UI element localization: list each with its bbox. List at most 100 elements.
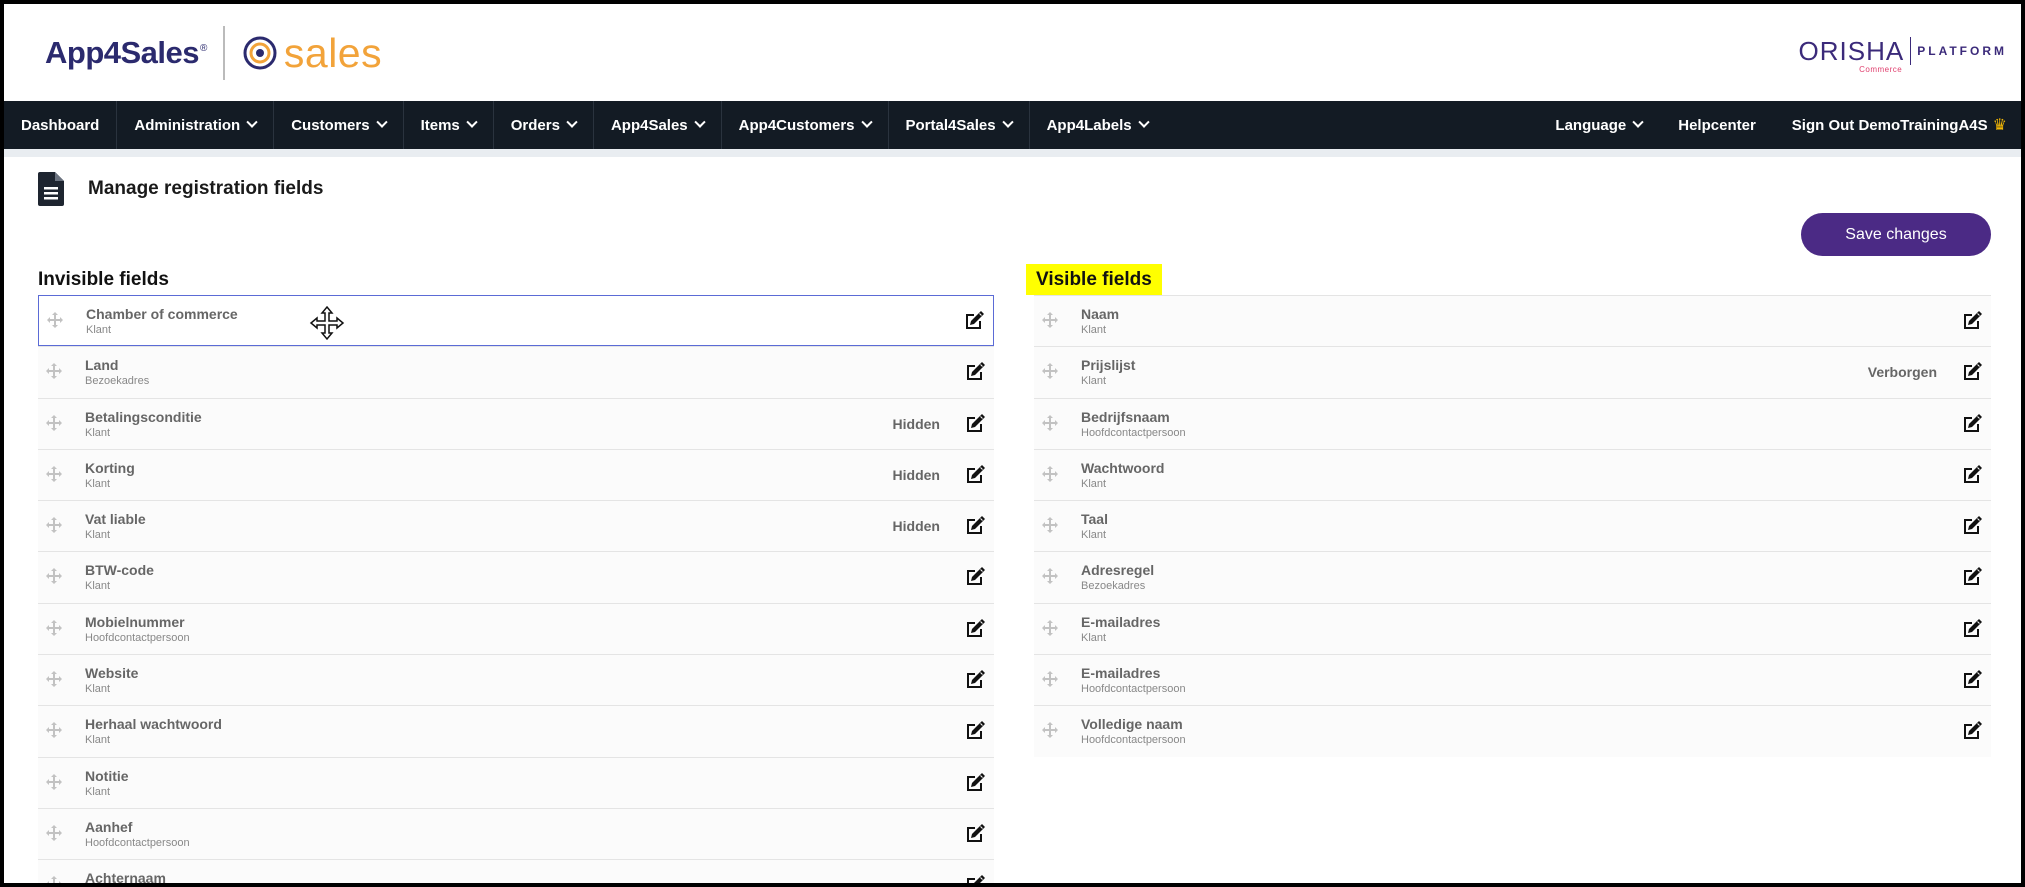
edit-icon[interactable]: [1961, 310, 1983, 332]
edit-icon[interactable]: [964, 464, 986, 486]
drag-handle-icon[interactable]: [46, 619, 62, 636]
field-row[interactable]: Chamber of commerce Klant: [38, 295, 994, 347]
drag-handle-icon[interactable]: [46, 517, 62, 534]
brand-logo[interactable]: App4Sales® sales: [45, 26, 382, 80]
field-row[interactable]: Aanhef Hoofdcontactpersoon: [38, 807, 994, 860]
drag-handle-icon[interactable]: [46, 722, 62, 739]
drag-handle-icon[interactable]: [1042, 619, 1058, 636]
nav-app4sales[interactable]: App4Sales: [594, 101, 722, 149]
nav-customers[interactable]: Customers: [274, 101, 404, 149]
edit-icon[interactable]: [1961, 464, 1983, 486]
main-nav: Dashboard Administration Customers Items…: [4, 101, 2021, 149]
edit-icon[interactable]: [1961, 618, 1983, 640]
field-row[interactable]: Betalingsconditie Klant Hidden: [38, 397, 994, 449]
nav-divider: [4, 149, 2021, 157]
field-name: Betalingsconditie: [85, 408, 202, 425]
field-row[interactable]: Website Klant: [38, 654, 994, 706]
drag-handle-icon[interactable]: [47, 312, 63, 328]
edit-icon[interactable]: [964, 361, 986, 383]
nav-sign-out[interactable]: Sign Out DemoTrainingA4S ♛: [1774, 101, 2021, 149]
save-changes-button[interactable]: Save changes: [1801, 213, 1991, 256]
edit-icon[interactable]: [964, 669, 986, 691]
field-name: Achternaam: [85, 870, 166, 883]
chevron-down-icon: [860, 116, 873, 128]
drag-handle-icon[interactable]: [1042, 312, 1058, 328]
field-row[interactable]: Mobielnummer Hoofdcontactpersoon: [38, 602, 994, 655]
field-row[interactable]: Prijslijst Klant Verborgen: [1034, 346, 1991, 398]
nav-administration[interactable]: Administration: [117, 101, 275, 149]
edit-icon[interactable]: [1961, 720, 1983, 742]
visible-fields-column: Visible fields Naam Klant Prijslijst Klant V…: [1026, 264, 1991, 757]
nav-label: App4Labels: [1046, 116, 1132, 134]
edit-icon[interactable]: [964, 772, 986, 794]
drag-handle-icon[interactable]: [46, 414, 62, 431]
brand-name: App4Sales: [45, 35, 200, 70]
drag-handle-icon[interactable]: [46, 568, 62, 585]
edit-icon[interactable]: [1961, 515, 1983, 537]
edit-icon[interactable]: [1961, 566, 1983, 588]
drag-handle-icon[interactable]: [1042, 722, 1058, 739]
field-source: Klant: [1081, 529, 1107, 542]
nav-items[interactable]: Items: [404, 101, 494, 149]
nav-app4labels[interactable]: App4Labels: [1030, 101, 1165, 149]
nav-dashboard[interactable]: Dashboard: [4, 101, 118, 149]
nav-label: Administration: [134, 116, 241, 134]
field-row[interactable]: E-mailadres Hoofdcontactpersoon: [1034, 654, 1991, 706]
edit-icon[interactable]: [1961, 361, 1983, 383]
edit-icon[interactable]: [964, 618, 986, 640]
nav-language[interactable]: Language: [1537, 101, 1660, 149]
edit-icon[interactable]: [964, 720, 986, 742]
field-source: Klant: [1081, 324, 1107, 336]
field-row[interactable]: Achternaam: [38, 859, 994, 883]
field-row[interactable]: Volledige naam Hoofdcontactpersoon: [1034, 705, 1991, 757]
field-row[interactable]: Bedrijfsnaam Hoofdcontactpersoon: [1034, 397, 1991, 449]
top-header: App4Sales® sales ORISHA Commerce PLATFORM: [4, 4, 2021, 101]
field-row[interactable]: Adresregel Bezoekadres: [1034, 551, 1991, 603]
field-name: Adresregel: [1081, 562, 1155, 579]
edit-icon[interactable]: [1961, 413, 1983, 435]
field-row[interactable]: Notitie Klant: [38, 756, 994, 808]
nav-label: Portal4Sales: [905, 116, 996, 134]
field-source: Klant: [85, 734, 111, 747]
nav-orders[interactable]: Orders: [494, 101, 594, 149]
field-row[interactable]: Taal Klant: [1034, 500, 1991, 552]
field-name: Prijslijst: [1081, 357, 1136, 374]
field-row[interactable]: Vat liable Klant Hidden: [38, 500, 994, 552]
nav-helpcenter[interactable]: Helpcenter: [1660, 101, 1774, 149]
drag-handle-icon[interactable]: [46, 363, 62, 380]
drag-handle-icon[interactable]: [1042, 414, 1058, 431]
edit-icon[interactable]: [964, 413, 986, 435]
field-row[interactable]: Herhaal wachtwoord Klant: [38, 705, 994, 757]
drag-handle-icon[interactable]: [1042, 671, 1058, 688]
drag-handle-icon[interactable]: [1042, 568, 1058, 585]
field-row[interactable]: BTW-code Klant: [38, 551, 994, 603]
field-row[interactable]: Korting Klant Hidden: [38, 448, 994, 501]
drag-handle-icon[interactable]: [46, 824, 62, 841]
nav-portal4sales[interactable]: Portal4Sales: [889, 101, 1030, 149]
drag-handle-icon[interactable]: [46, 465, 62, 482]
field-source: Bezoekadres: [1081, 580, 1146, 593]
field-row[interactable]: Naam Klant: [1034, 295, 1991, 347]
drag-handle-icon[interactable]: [46, 671, 62, 688]
drag-handle-icon[interactable]: [46, 773, 62, 790]
drag-handle-icon[interactable]: [46, 876, 62, 883]
edit-icon[interactable]: [964, 566, 986, 588]
drag-handle-icon[interactable]: [1042, 517, 1058, 534]
field-row[interactable]: E-mailadres Klant: [1034, 602, 1991, 655]
nav-app4customers[interactable]: App4Customers: [722, 101, 889, 149]
field-source: Hoofdcontactpersoon: [85, 836, 190, 849]
field-row[interactable]: Land Bezoekadres: [38, 346, 994, 398]
chevron-down-icon: [1137, 116, 1150, 128]
edit-icon[interactable]: [964, 874, 986, 883]
edit-icon[interactable]: [964, 823, 986, 845]
field-row[interactable]: Wachtwoord Klant: [1034, 448, 1991, 501]
field-status: Verborgen: [1867, 364, 1937, 381]
edit-icon[interactable]: [964, 515, 986, 537]
drag-handle-icon[interactable]: [1042, 465, 1058, 482]
drag-handle-icon[interactable]: [1042, 363, 1058, 380]
edit-icon[interactable]: [963, 310, 985, 332]
visible-fields-heading: Visible fields: [1026, 264, 1162, 295]
chevron-down-icon: [466, 116, 478, 128]
edit-icon[interactable]: [1961, 669, 1983, 691]
partner-sub: Commerce: [1859, 65, 1903, 74]
